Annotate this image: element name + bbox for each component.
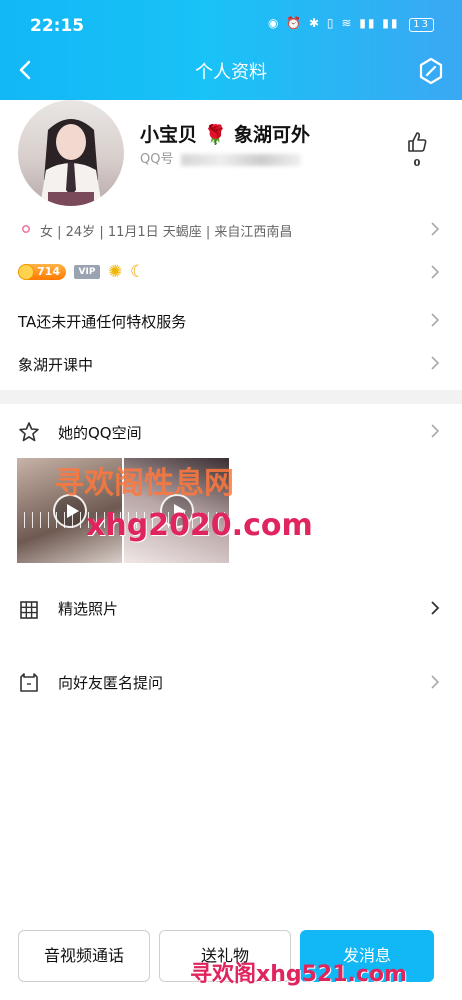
thumbs-up-icon xyxy=(408,132,427,152)
star-icon xyxy=(19,422,39,442)
chevron-right-icon xyxy=(431,675,440,689)
status-icons: ◉ ⏰ ✱ ▯ ≋ ▮▮ ▮▮ 13 xyxy=(268,16,434,32)
nickname-suffix: 象湖可外 xyxy=(233,124,310,146)
grid-icon xyxy=(20,601,38,619)
chevron-right-icon xyxy=(431,356,440,370)
level-value: 714 xyxy=(37,265,60,278)
privileges-row[interactable]: TA还未开通任何特权服务 xyxy=(0,300,462,340)
section-divider xyxy=(0,390,462,404)
watermark-text: 寻欢阁性息网 xyxy=(54,466,234,501)
anonymous-question-label: 向好友匿名提问 xyxy=(58,674,164,692)
edit-hexagon-icon xyxy=(419,57,443,85)
nickname: 小宝贝 xyxy=(140,124,198,146)
battery-indicator: 13 xyxy=(409,18,434,32)
qzone-label: 她的QQ空间 xyxy=(58,424,142,442)
anonymous-question-row[interactable]: 向好友匿名提问 xyxy=(0,664,462,704)
moon-icon: ☾ xyxy=(130,262,146,282)
basic-info-row[interactable]: 女 | 24岁 | 11月1日 天蝎座 | 来自江西南昌 xyxy=(0,214,462,244)
header-bar: 22:15 ◉ ⏰ ✱ ▯ ≋ ▮▮ ▮▮ 13 个人资料 xyxy=(0,0,462,100)
edit-profile-button[interactable] xyxy=(416,56,446,86)
like-button[interactable]: 0 xyxy=(402,130,432,170)
chevron-right-icon xyxy=(431,313,440,327)
vip-badge: VIP xyxy=(74,265,100,279)
badges-row[interactable]: 714 VIP ✺ ☾ xyxy=(0,256,462,288)
status-bar: 22:15 ◉ ⏰ ✱ ▯ ≋ ▮▮ ▮▮ 13 xyxy=(0,12,462,38)
chevron-right-icon xyxy=(431,265,440,279)
chevron-right-icon xyxy=(431,601,440,615)
qzone-row[interactable]: 她的QQ空间 xyxy=(0,412,462,452)
basic-info-text: 女 | 24岁 | 11月1日 天蝎座 | 来自江西南昌 xyxy=(40,225,293,240)
sun-icon: ✺ xyxy=(108,262,123,282)
qq-number-redacted xyxy=(181,153,302,166)
qq-number-label: QQ号 xyxy=(140,152,174,167)
crown-coin-icon xyxy=(18,264,34,280)
privileges-text: TA还未开通任何特权服务 xyxy=(18,313,187,331)
status-row[interactable]: 象湖开课中 xyxy=(0,344,462,384)
status-text: 象湖开课中 xyxy=(18,356,94,374)
avatar[interactable] xyxy=(18,100,124,206)
cat-box-icon xyxy=(20,673,38,692)
female-icon xyxy=(21,224,31,234)
rose-emoji: 🌹 xyxy=(203,124,228,146)
avatar-photo xyxy=(40,119,102,206)
page-title: 个人资料 xyxy=(195,62,267,83)
level-badge: 714 xyxy=(18,264,66,280)
like-count: 0 xyxy=(413,158,421,169)
watermark-bottom: 寻欢阁xhg521.com xyxy=(190,962,407,987)
status-time: 22:15 xyxy=(30,16,85,36)
video-call-button[interactable]: 音视频通话 xyxy=(18,930,150,982)
chevron-right-icon xyxy=(431,424,440,438)
watermark-url: xhg2020.com xyxy=(86,508,313,543)
featured-photos-label: 精选照片 xyxy=(58,600,119,618)
profile-name: 小宝贝 🌹 象湖可外 xyxy=(140,120,310,147)
qq-number-row: QQ号 xyxy=(140,148,302,167)
featured-photos-row[interactable]: 精选照片 xyxy=(0,590,462,630)
chevron-right-icon xyxy=(431,222,440,236)
